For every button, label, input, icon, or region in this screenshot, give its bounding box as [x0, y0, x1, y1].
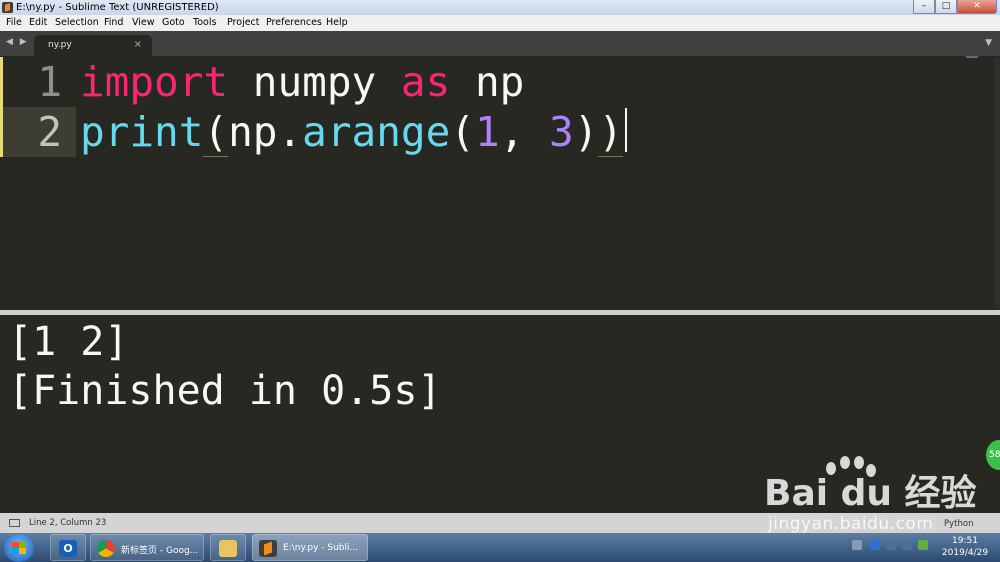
gutter: 1: [0, 57, 76, 107]
menu-project[interactable]: Project: [227, 17, 260, 29]
network-icon[interactable]: [886, 540, 896, 550]
modified-marker: [0, 107, 3, 157]
paren: ): [573, 108, 599, 156]
taskbar-sublime[interactable]: E:\ny.py - Subli...: [252, 534, 368, 561]
tab-bar: ◀ ▶ ny.py × ▼: [0, 31, 1000, 56]
taskbar-chrome[interactable]: 新标签页 - Goog...: [90, 534, 204, 561]
code-editor[interactable]: 1 import numpy as np 2 print(np.arange(1…: [0, 56, 1000, 310]
output-line: [1 2]: [8, 319, 129, 365]
tab-label: ny.py: [48, 40, 72, 50]
taskbar-label: 新标签页 - Goog...: [121, 546, 199, 556]
outlook-icon: O: [59, 540, 77, 557]
watermark-brand: Bai du 经验: [764, 473, 977, 514]
paren: ): [598, 108, 624, 157]
code-line-current: 2 print(np.arange(1, 3)): [0, 107, 1000, 157]
identifier: np.: [228, 108, 303, 156]
gutter: 2: [0, 107, 76, 157]
clock-date: 2019/4/29: [941, 548, 989, 558]
tab-close-icon[interactable]: ×: [134, 39, 142, 50]
output-line: [Finished in 0.5s]: [8, 368, 442, 414]
comma: ,: [499, 108, 550, 156]
tab-dropdown-icon[interactable]: ▼: [985, 38, 992, 48]
menu-tools[interactable]: Tools: [193, 17, 216, 29]
maximize-button[interactable]: □: [935, 0, 957, 14]
folder-icon: [219, 540, 237, 557]
identifier: np: [450, 58, 525, 106]
number-literal: 1: [474, 108, 500, 156]
keyboard-icon[interactable]: [852, 540, 862, 550]
taskbar-explorer[interactable]: [210, 534, 246, 561]
title-bar: E:\ny.py - Sublime Text (UNREGISTERED) –…: [0, 0, 1000, 15]
keyword: import: [80, 58, 229, 106]
number-literal: 3: [549, 108, 574, 156]
menu-find[interactable]: Find: [104, 17, 123, 29]
function-name: arange: [302, 108, 451, 156]
code-line: 1 import numpy as np: [0, 57, 1000, 107]
menu-selection[interactable]: Selection: [55, 17, 99, 29]
menu-file[interactable]: File: [6, 17, 22, 29]
menu-edit[interactable]: Edit: [29, 17, 47, 29]
paren: (: [203, 108, 229, 157]
minimize-button[interactable]: –: [913, 0, 935, 14]
text-cursor: [625, 108, 628, 152]
tab-nav-arrows-icon[interactable]: ◀ ▶: [6, 37, 29, 47]
panel-toggle-icon[interactable]: [9, 519, 20, 527]
function-name: print: [80, 108, 204, 156]
system-tray: [850, 540, 930, 554]
window-title: E:\ny.py - Sublime Text (UNREGISTERED): [16, 2, 219, 13]
sublime-icon: [259, 540, 277, 557]
clock[interactable]: 19:51 2019/4/29: [936, 535, 994, 559]
identifier: numpy: [228, 58, 401, 106]
help-icon[interactable]: [870, 540, 880, 550]
close-button[interactable]: ✕: [957, 0, 997, 14]
menu-view[interactable]: View: [132, 17, 155, 29]
menu-help[interactable]: Help: [326, 17, 348, 29]
code-text: print(np.arange(1, 3)): [80, 107, 628, 157]
taskbar-label: E:\ny.py - Subli...: [283, 543, 359, 553]
chrome-icon: [97, 540, 115, 557]
menu-goto[interactable]: Goto: [162, 17, 185, 29]
code-text: import numpy as np: [80, 57, 524, 107]
tab-ny-py[interactable]: ny.py ×: [34, 35, 152, 56]
paren: (: [450, 108, 475, 156]
menu-preferences[interactable]: Preferences: [266, 17, 322, 29]
line-number: 1: [37, 58, 62, 106]
menu-bar: File Edit Selection Find View Goto Tools…: [0, 15, 1000, 31]
watermark-url: jingyan.baidu.com: [768, 514, 934, 534]
volume-icon[interactable]: [902, 540, 912, 550]
clock-time: 19:51: [952, 536, 978, 546]
line-number: 2: [37, 108, 62, 156]
sublime-app-icon: [2, 2, 13, 13]
taskbar-outlook[interactable]: O: [50, 534, 86, 561]
modified-marker: [0, 57, 3, 107]
keyword: as: [400, 58, 451, 106]
start-button[interactable]: [4, 534, 34, 562]
baidu-watermark: Bai du 经验 jingyan.baidu.com: [764, 456, 1000, 536]
windows-taskbar: O 新标签页 - Goog... E:\ny.py - Subli... 19:…: [0, 533, 1000, 562]
cursor-position: Line 2, Column 23: [29, 518, 107, 528]
security-icon[interactable]: [918, 540, 928, 550]
window-controls: – □ ✕: [913, 0, 997, 14]
windows-logo-icon: [12, 542, 26, 554]
